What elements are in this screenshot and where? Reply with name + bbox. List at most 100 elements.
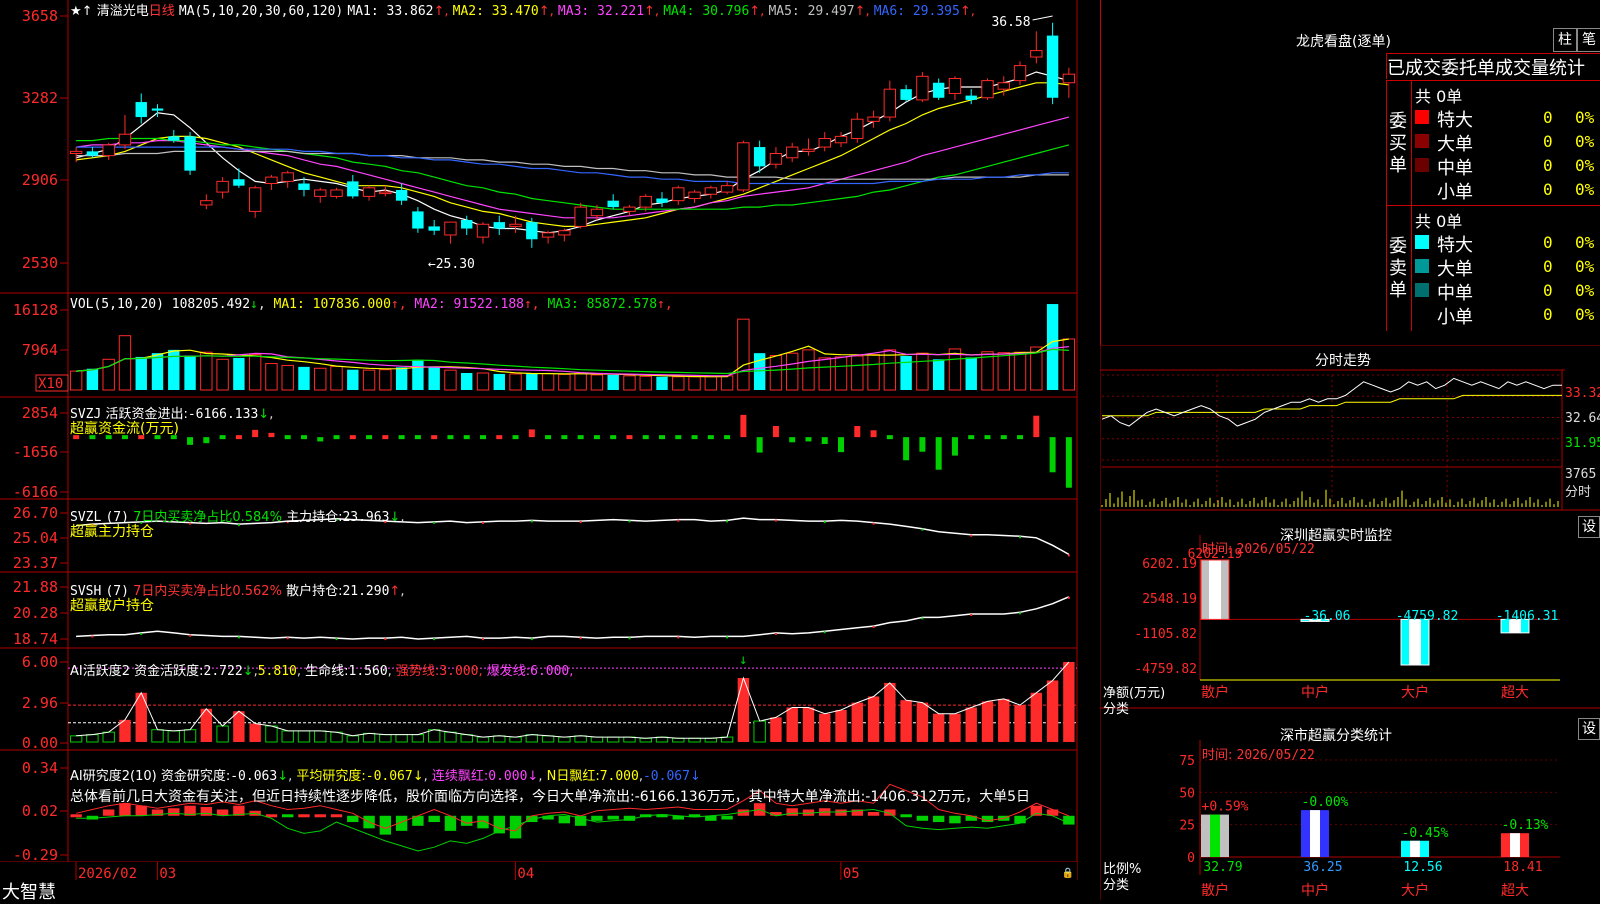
vol-bar [720, 375, 734, 391]
candle [672, 187, 685, 202]
flow-bar [919, 437, 926, 452]
flow-bar [187, 437, 194, 445]
class-change-label: -0.13% [1502, 818, 1549, 833]
right-charts[interactable]: 33.3232.6431.953765分时6202.192548.19-1105… [1100, 345, 1600, 900]
research-bar [477, 815, 489, 829]
research-bar [786, 808, 798, 816]
vol-ma-value-2: MA2: 91522.188 [414, 297, 524, 312]
row-name: 特大 [1437, 110, 1473, 131]
monitor-category-label: 散户 [1201, 684, 1229, 701]
vol-value: 108205.492 [171, 297, 251, 312]
ma-value-3: MA3: 32.221 [557, 4, 645, 19]
flow-bar [707, 435, 714, 440]
row-name: 小单 [1437, 182, 1473, 203]
candle [493, 222, 505, 229]
vol-bar [737, 318, 750, 391]
candle [151, 108, 164, 111]
row-pct: 0% [1575, 281, 1595, 300]
row-count: 0 [1543, 156, 1553, 175]
flow-bar [772, 426, 779, 438]
ma-value-2: MA2: 33.470 [452, 4, 539, 19]
vol-bar [509, 373, 522, 391]
vol-bar [135, 356, 147, 390]
active-bar [233, 711, 245, 742]
monitor-value-label: -1406.31 [1496, 609, 1559, 624]
active-bar [819, 713, 831, 742]
price-tick-label: 3658 [22, 7, 58, 25]
x-axis-label: 04 [517, 866, 534, 882]
ai-active-tick-label: 6.00 [22, 653, 58, 671]
lock-icon: 🔒 [1062, 867, 1074, 879]
research-bar [347, 815, 359, 823]
active-bar [802, 707, 815, 742]
price-header: ★↑ 清溢光电日线 MA(5,10,20,30,60,120) MA1: 33.… [70, 0, 975, 19]
flow-bar [593, 435, 600, 440]
ma-value-6: MA6: 29.395 [873, 4, 960, 19]
flow-bar [431, 435, 438, 440]
active-bar [525, 734, 539, 743]
class-category-label: 超大 [1501, 883, 1529, 899]
flow-bar [691, 435, 698, 440]
flow-bar [268, 432, 275, 438]
candle [851, 118, 864, 139]
candle [639, 195, 652, 208]
monitor-tick-label: -4759.82 [1134, 662, 1197, 677]
active-bar [965, 707, 977, 742]
candle [314, 189, 327, 197]
svsh-tick-label: 20.28 [13, 604, 58, 622]
flow-bar [382, 435, 389, 440]
class-change-label: +0.59% [1202, 800, 1249, 815]
active-bar [493, 735, 506, 743]
vol-bar [69, 370, 83, 391]
vol-bar [574, 372, 587, 391]
row-count: 0 [1543, 132, 1553, 151]
period-label[interactable]: 日线 [149, 4, 175, 19]
active-bar [69, 735, 83, 743]
bar-mode-button[interactable]: 柱 [1553, 28, 1577, 52]
svsh-tick-label: 18.74 [13, 630, 58, 648]
row-pct: 0% [1575, 156, 1595, 175]
vol-bar [298, 366, 310, 390]
vol-bar [672, 376, 685, 391]
svzj-tick-label: -1656 [13, 443, 58, 461]
candle [541, 232, 555, 238]
vol-bar [184, 355, 196, 390]
active-bar [362, 732, 376, 743]
color-swatch [1415, 307, 1429, 321]
candle [786, 146, 799, 159]
vol-bar [493, 373, 505, 390]
star-icon[interactable]: ★ [70, 4, 82, 19]
intraday-vol-label: 3765 [1565, 467, 1596, 482]
row-name: 中单 [1437, 283, 1473, 304]
tick-mode-button[interactable]: 笔 [1577, 28, 1600, 52]
active-bar [314, 730, 327, 743]
vol-bar [233, 357, 245, 390]
sz-class-settings-button[interactable]: 设 [1578, 718, 1600, 740]
vol-bar [867, 354, 880, 391]
price-tick-label: 2530 [22, 254, 58, 272]
flow-bar [821, 437, 828, 444]
candle [900, 89, 912, 100]
flow-bar [724, 435, 731, 440]
active-bar [411, 734, 425, 743]
flow-bar [951, 437, 958, 456]
candle [834, 135, 848, 144]
ma-value-5: MA5: 29.497 [768, 4, 855, 19]
vol-bar [1013, 351, 1027, 391]
flow-bar [203, 437, 210, 444]
svzj-subtitle: 超赢资金流(万元) [70, 421, 179, 437]
vol-bar [590, 374, 604, 391]
class-change-label: -0.45% [1402, 826, 1449, 841]
sz-monitor-settings-button[interactable]: 设 [1578, 516, 1600, 538]
vol-bar [851, 355, 864, 391]
flow-bar [1065, 437, 1072, 488]
candle [248, 187, 262, 212]
buy-rows-row: 大单 0 0% [1415, 130, 1600, 155]
monitor-tick-label: -1105.82 [1134, 627, 1197, 642]
candle [379, 191, 392, 195]
intraday-tick-label: 33.32 [1565, 386, 1600, 401]
sz-monitor-date: 时间: 2026/05/22 [1202, 542, 1315, 557]
vol-bar [314, 367, 327, 391]
candle [476, 223, 490, 238]
monitor-category-label: 中户 [1301, 684, 1329, 701]
